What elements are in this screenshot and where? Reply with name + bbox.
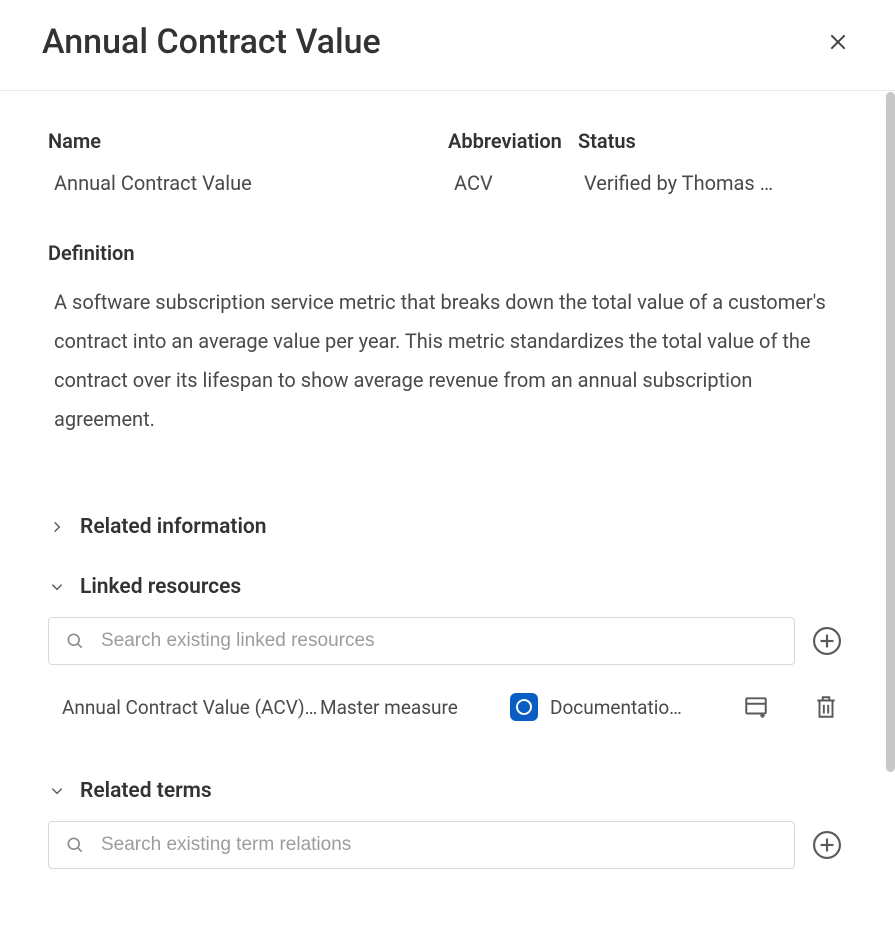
section-title-related-terms: Related terms [80, 779, 212, 803]
dialog-body: Name Annual Contract Value Abbreviation … [0, 91, 895, 869]
section-toggle-related-terms[interactable]: Related terms [48, 775, 841, 807]
linked-resources-search-row [48, 617, 841, 665]
plus-circle-icon [813, 831, 841, 859]
info-row: Name Annual Contract Value Abbreviation … [48, 129, 841, 195]
search-icon [65, 631, 85, 651]
close-button[interactable] [821, 25, 855, 59]
add-linked-resource-button[interactable] [813, 627, 841, 655]
search-icon [65, 835, 85, 855]
linked-resources-search-box[interactable] [48, 617, 795, 665]
status-label: Status [578, 129, 841, 153]
close-icon [828, 32, 848, 52]
name-value: Annual Contract Value [48, 171, 448, 195]
delete-resource-button[interactable] [813, 694, 839, 720]
info-col-name: Name Annual Contract Value [48, 129, 448, 195]
linked-resources-search-input[interactable] [99, 629, 778, 653]
add-related-term-button[interactable] [813, 831, 841, 859]
section-linked-resources: Linked resources Annual Contract Value (… [48, 571, 841, 721]
related-terms-search-row [48, 821, 841, 869]
linked-resource-row: Annual Contract Value (ACV) … Master mea… [48, 693, 841, 721]
name-label: Name [48, 129, 448, 153]
info-col-status: Status Verified by Thomas … [578, 129, 841, 195]
definition-body: A software subscription service metric t… [48, 283, 841, 439]
open-resource-button[interactable] [743, 694, 769, 720]
definition-label: Definition [48, 241, 841, 265]
plus-circle-icon [813, 627, 841, 655]
linked-resource-type: Master measure [320, 696, 510, 719]
abbreviation-label: Abbreviation [448, 129, 578, 153]
section-related-terms: Related terms [48, 775, 841, 869]
dialog-header: Annual Contract Value [0, 0, 895, 91]
open-panel-icon [743, 694, 769, 720]
scrollbar-thumb[interactable] [886, 92, 895, 772]
app-icon [510, 693, 538, 721]
info-col-abbreviation: Abbreviation ACV [448, 129, 578, 195]
chevron-down-icon [48, 578, 66, 596]
abbreviation-value: ACV [448, 171, 578, 195]
dialog-title: Annual Contract Value [42, 22, 381, 62]
chevron-down-icon [48, 782, 66, 800]
section-title-related-information: Related information [80, 515, 267, 539]
linked-resource-doc-name: Documentatio… [550, 696, 682, 719]
section-toggle-linked-resources[interactable]: Linked resources [48, 571, 841, 603]
section-title-linked-resources: Linked resources [80, 575, 241, 599]
linked-resource-actions [700, 694, 841, 720]
section-toggle-related-information[interactable]: Related information [48, 511, 841, 543]
section-related-information: Related information [48, 511, 841, 543]
chevron-right-icon [48, 518, 66, 536]
linked-resource-name: Annual Contract Value (ACV) … [62, 696, 320, 719]
trash-icon [813, 694, 839, 720]
linked-resource-doc: Documentatio… [510, 693, 700, 721]
status-value: Verified by Thomas … [578, 171, 841, 195]
scrollbar-track[interactable] [881, 92, 895, 935]
related-terms-search-box[interactable] [48, 821, 795, 869]
related-terms-search-input[interactable] [99, 833, 778, 857]
